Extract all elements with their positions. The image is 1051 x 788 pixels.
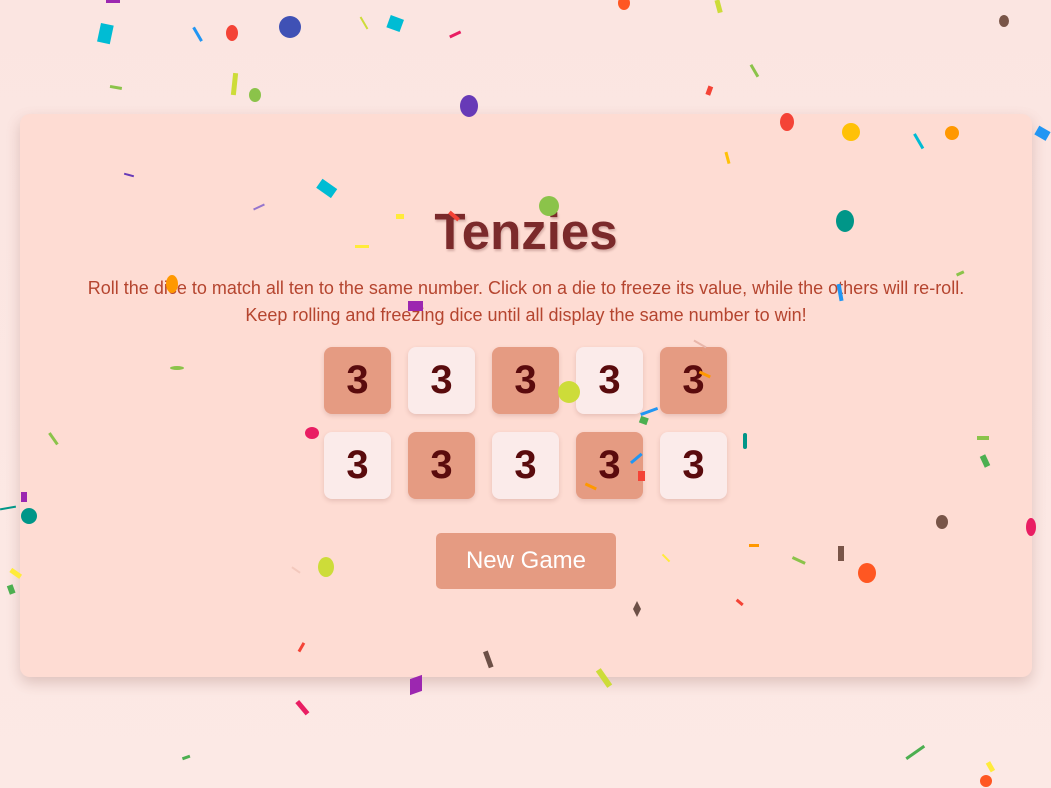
confetti-piece — [449, 30, 462, 39]
game-card: Tenzies Roll the dice to match all ten t… — [20, 114, 1032, 677]
instructions-line-2: Keep rolling and freezing dice until all… — [245, 305, 807, 325]
confetti-piece — [230, 72, 239, 96]
die-7[interactable]: 3 — [408, 432, 475, 499]
confetti-piece — [905, 744, 926, 760]
confetti-piece — [359, 16, 369, 30]
confetti-piece — [6, 584, 16, 595]
confetti-piece — [980, 775, 992, 787]
die-9[interactable]: 3 — [576, 432, 643, 499]
confetti-piece — [181, 754, 191, 761]
confetti-piece — [618, 0, 630, 10]
instructions-line-1: Roll the dice to match all ten to the sa… — [87, 278, 965, 298]
confetti-piece — [386, 15, 404, 33]
confetti-piece — [1034, 125, 1051, 141]
confetti-piece — [705, 85, 714, 96]
confetti-piece — [749, 63, 760, 78]
new-game-button[interactable]: New Game — [436, 533, 616, 589]
die-3[interactable]: 3 — [492, 347, 559, 414]
confetti-piece — [999, 15, 1009, 27]
confetti-piece — [106, 0, 120, 3]
confetti-piece — [109, 84, 123, 91]
confetti-piece — [249, 88, 261, 102]
die-1[interactable]: 3 — [324, 347, 391, 414]
game-instructions: Roll the dice to match all ten to the sa… — [60, 275, 992, 329]
tenzies-page: Tenzies Roll the dice to match all ten t… — [0, 0, 1051, 788]
confetti-piece — [97, 22, 114, 45]
confetti-piece — [985, 761, 996, 773]
confetti-piece — [192, 26, 203, 42]
confetti-piece — [295, 699, 310, 716]
die-8[interactable]: 3 — [492, 432, 559, 499]
die-10[interactable]: 3 — [660, 432, 727, 499]
confetti-piece — [0, 505, 17, 511]
die-2[interactable]: 3 — [408, 347, 475, 414]
die-4[interactable]: 3 — [576, 347, 643, 414]
confetti-piece — [410, 674, 422, 696]
dice-grid: 3 3 3 3 3 3 3 3 3 3 — [324, 347, 729, 499]
confetti-piece — [279, 16, 301, 38]
die-6[interactable]: 3 — [324, 432, 391, 499]
confetti-piece — [714, 0, 723, 14]
confetti-piece — [226, 25, 238, 41]
game-title: Tenzies — [434, 203, 618, 260]
die-5[interactable]: 3 — [660, 347, 727, 414]
